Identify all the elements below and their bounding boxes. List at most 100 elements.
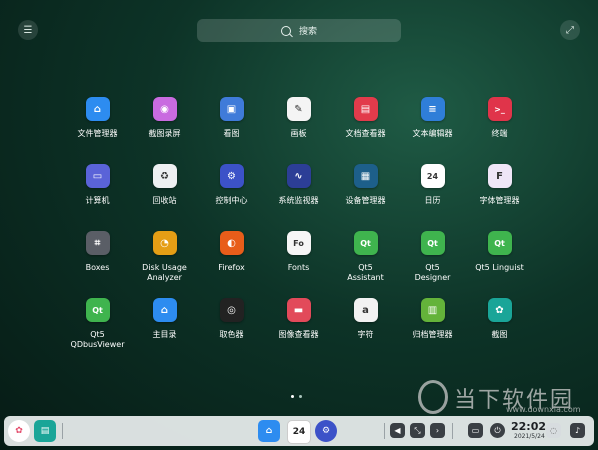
tray-icon[interactable]: ◌	[546, 423, 561, 438]
page-dot-1[interactable]	[291, 395, 294, 398]
notification-icon[interactable]: ▭	[468, 423, 483, 438]
search-input[interactable]: 搜索	[197, 19, 401, 42]
search-icon	[280, 25, 291, 36]
network-icon[interactable]: ⤡	[410, 423, 425, 438]
app-item[interactable]: ▭ 计算机	[64, 164, 131, 231]
app-label: 计算机	[85, 196, 110, 205]
app-item[interactable]: ✎ 画板	[265, 97, 332, 164]
boxes-icon: ⌗	[85, 231, 110, 255]
computer-icon: ▭	[85, 164, 110, 188]
firefox-icon: ◐	[219, 231, 244, 255]
app-item[interactable]: ◔ Disk Usage Analyzer	[131, 231, 198, 298]
page-dot-2[interactable]	[299, 395, 302, 398]
text-editor-icon: ≡	[420, 97, 445, 121]
qt-designer-icon: Qt	[420, 231, 445, 255]
app-item[interactable]: Qt Qt5 Assistant	[332, 231, 399, 298]
app-item[interactable]: ≡ 文本编辑器	[399, 97, 466, 164]
app-item[interactable]: ▤ 文档查看器	[332, 97, 399, 164]
app-item[interactable]: Qt Qt5 Linguist	[466, 231, 533, 298]
app-item[interactable]: ⌂ 主目录	[131, 298, 198, 365]
app-label: 文档查看器	[345, 129, 386, 138]
camera-icon: ◉	[152, 97, 177, 121]
qt-assistant-icon: Qt	[353, 231, 378, 255]
app-item[interactable]: ▣ 看图	[198, 97, 265, 164]
app-label: Qt5 Designer	[414, 263, 451, 282]
multitask-icon[interactable]: ▤	[34, 420, 56, 442]
app-label: 文本编辑器	[412, 129, 453, 138]
system-monitor-icon: ∿	[286, 164, 311, 188]
app-item[interactable]: Qt Qt5 Designer	[399, 231, 466, 298]
watermark-logo-icon	[418, 380, 448, 414]
trash-icon: ♻	[152, 164, 177, 188]
app-item[interactable]: Qt Qt5 QDbusViewer	[64, 298, 131, 365]
image-viewer-icon: ▬	[286, 298, 311, 322]
app-item[interactable]: F 字体管理器	[466, 164, 533, 231]
app-item[interactable]: ▥ 归档管理器	[399, 298, 466, 365]
app-label: 主目录	[152, 330, 177, 339]
watermark-url: www.downxia.com	[506, 405, 581, 414]
app-item[interactable]: ✿ 截图	[466, 298, 533, 365]
dock: ✿ ▤ ⌂ 24 ⚙ ◀ ⤡ › ▭ ⏻ 22:02 2021/5/24 ◌ ♪	[4, 416, 594, 446]
app-item[interactable]: a 字符	[332, 298, 399, 365]
archive-manager-icon: ▥	[420, 298, 445, 322]
dock-file-manager-icon[interactable]: ⌂	[258, 420, 280, 442]
app-item[interactable]: Fo Fonts	[265, 231, 332, 298]
app-item[interactable]: >_ 终端	[466, 97, 533, 164]
app-item[interactable]: ◉ 截图录屏	[131, 97, 198, 164]
app-item[interactable]: ▦ 设备管理器	[332, 164, 399, 231]
qdbusviewer-icon: Qt	[85, 298, 110, 322]
folder-icon: ⌂	[85, 97, 110, 121]
draw-icon: ✎	[286, 97, 311, 121]
calendar-icon: 24	[420, 164, 445, 188]
color-picker-icon: ◎	[219, 298, 244, 322]
app-label: Qt5 Linguist	[475, 263, 524, 272]
app-label: 画板	[290, 129, 307, 138]
app-label: Disk Usage Analyzer	[142, 263, 187, 282]
terminal-icon: >_	[487, 97, 512, 121]
dock-divider	[452, 423, 453, 439]
app-label: 看图	[223, 129, 240, 138]
app-label: 设备管理器	[345, 196, 386, 205]
app-item[interactable]: ▬ 图像查看器	[265, 298, 332, 365]
app-grid: ⌂ 文件管理器 ◉ 截图录屏 ▣ 看图 ✎ 画板 ▤ 文档查看器 ≡ 文本编辑器 >_ 终端 ▭ 计算机 ♻ 回收…	[64, 97, 534, 365]
watermark: 当下软件园 www.downxia.com	[418, 380, 594, 414]
app-label: Qt5 QDbusViewer	[70, 330, 125, 349]
app-label: 系统监视器	[278, 196, 319, 205]
app-label: 文件管理器	[77, 129, 118, 138]
launcher-icon[interactable]: ✿	[8, 420, 30, 442]
app-label: 字体管理器	[479, 196, 520, 205]
clock-date: 2021/5/24	[514, 433, 545, 440]
app-label: Boxes	[85, 263, 110, 272]
app-label: Fonts	[287, 263, 310, 272]
app-item[interactable]: ⚙ 控制中心	[198, 164, 265, 231]
home-folder-icon: ⌂	[152, 298, 177, 322]
clock-time[interactable]: 22:02	[511, 420, 546, 433]
characters-icon: a	[353, 298, 378, 322]
app-label: 字符	[357, 330, 374, 339]
app-item[interactable]: ◐ Firefox	[198, 231, 265, 298]
expand-icon[interactable]: ⤢	[560, 20, 580, 40]
dock-divider	[62, 423, 63, 439]
app-item[interactable]: 24 日历	[399, 164, 466, 231]
dock-calendar-icon[interactable]: 24	[287, 420, 311, 444]
list-icon[interactable]: ☰	[18, 20, 38, 40]
volume-icon[interactable]: ◀	[390, 423, 405, 438]
app-label: 截图	[491, 330, 508, 339]
app-label: 回收站	[152, 196, 177, 205]
bell-icon[interactable]: ♪	[570, 423, 585, 438]
app-label: 归档管理器	[412, 330, 453, 339]
dock-settings-icon[interactable]: ⚙	[315, 420, 337, 442]
settings-icon: ⚙	[219, 164, 244, 188]
app-item[interactable]: ∿ 系统监视器	[265, 164, 332, 231]
app-label: 终端	[491, 129, 508, 138]
document-viewer-icon: ▤	[353, 97, 378, 121]
power-icon[interactable]: ⏻	[490, 423, 505, 438]
search-placeholder: 搜索	[298, 27, 317, 37]
app-item[interactable]: ◎ 取色器	[198, 298, 265, 365]
app-item[interactable]: ♻ 回收站	[131, 164, 198, 231]
app-item[interactable]: ⌂ 文件管理器	[64, 97, 131, 164]
image-viewer-icon: ▣	[219, 97, 244, 121]
next-icon[interactable]: ›	[430, 423, 445, 438]
app-item[interactable]: ⌗ Boxes	[64, 231, 131, 298]
app-label: 控制中心	[215, 196, 248, 205]
